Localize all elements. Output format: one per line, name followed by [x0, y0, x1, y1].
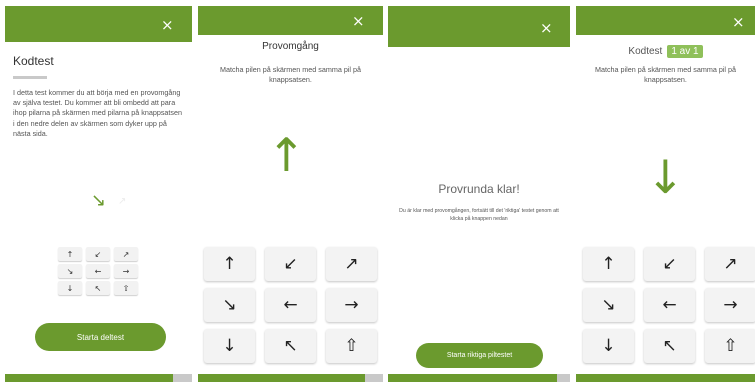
header-bar: ×	[5, 6, 192, 42]
key-left[interactable]: ←	[265, 288, 316, 322]
key-left[interactable]: ←	[644, 288, 695, 322]
progress-bar	[5, 374, 174, 382]
key-up-right[interactable]: ↗	[705, 247, 755, 281]
title-divider	[13, 76, 47, 79]
key-up[interactable]: ↑	[583, 247, 634, 281]
mini-key-down-left[interactable]: ↙	[86, 247, 110, 261]
intro-text: I detta test kommer du att börja med en …	[13, 88, 183, 138]
key-shift[interactable]: ⇧	[705, 329, 755, 363]
arrow-keypad: ↑ ↙ ↗ ↘ ← → ↓ ↖ ⇧	[583, 247, 755, 363]
key-up-right[interactable]: ↗	[326, 247, 377, 281]
arrow-keypad: ↑ ↙ ↗ ↘ ← → ↓ ↖ ⇧	[204, 247, 377, 363]
header-bar: ×	[576, 6, 755, 35]
mini-keypad: ↑ ↙ ↗ ↘ ← → ↓ ↖ ⇧	[58, 247, 140, 295]
target-arrow-icon: ↓	[646, 150, 685, 204]
close-icon[interactable]: ×	[352, 14, 365, 29]
mini-key-up-left[interactable]: ↖	[86, 281, 110, 295]
practice-complete-screen: × Provrunda klar! Du är klar med provomg…	[388, 6, 570, 382]
mini-key-down[interactable]: ↓	[58, 281, 82, 295]
mini-key-right[interactable]: →	[114, 264, 138, 278]
progress-badge: 1 av 1	[667, 45, 703, 58]
start-subtest-button[interactable]: Starta deltest	[35, 323, 166, 351]
target-arrow-icon: ↘	[91, 190, 107, 211]
progress-bar	[388, 374, 558, 382]
key-down-right[interactable]: ↘	[583, 288, 634, 322]
key-down-left[interactable]: ↙	[644, 247, 695, 281]
instruction-text: Matcha pilen på skärmen med samma pil på…	[594, 65, 737, 85]
instruction-text: Matcha pilen på skärmen med samma pil på…	[219, 65, 362, 85]
mini-key-down-right[interactable]: ↘	[58, 264, 82, 278]
close-icon[interactable]: ×	[732, 15, 745, 30]
key-right[interactable]: →	[705, 288, 755, 322]
key-up-left[interactable]: ↖	[644, 329, 695, 363]
faded-arrow-icon: ↗	[118, 196, 127, 207]
test-header: Kodtest 1 av 1	[576, 45, 755, 58]
mini-key-left[interactable]: ←	[86, 264, 110, 278]
test-screen: × Kodtest 1 av 1 Matcha pilen på skärmen…	[576, 6, 755, 382]
mini-key-shift[interactable]: ⇧	[114, 281, 138, 295]
mini-key-up-right[interactable]: ↗	[114, 247, 138, 261]
page-title: Kodtest	[13, 54, 54, 68]
key-down-left[interactable]: ↙	[265, 247, 316, 281]
page-title: Kodtest	[628, 46, 663, 57]
practice-screen: × Provomgång Matcha pilen på skärmen med…	[198, 6, 383, 382]
key-down-right[interactable]: ↘	[204, 288, 255, 322]
mini-key-up[interactable]: ↑	[58, 247, 82, 261]
progress-bar	[198, 374, 365, 382]
close-icon[interactable]: ×	[161, 18, 174, 33]
key-down[interactable]: ↓	[583, 329, 634, 363]
close-icon[interactable]: ×	[540, 21, 553, 36]
key-shift[interactable]: ⇧	[326, 329, 377, 363]
intro-screen: × Kodtest I detta test kommer du att bör…	[5, 6, 192, 382]
page-title: Provomgång	[262, 41, 319, 52]
start-real-test-button[interactable]: Starta riktiga piltestet	[416, 343, 543, 368]
target-arrow-icon: ↑	[267, 128, 306, 182]
progress-bar	[576, 374, 755, 382]
key-up-left[interactable]: ↖	[265, 329, 316, 363]
key-right[interactable]: →	[326, 288, 377, 322]
header-bar: ×	[388, 6, 570, 47]
completion-title: Provrunda klar!	[438, 182, 520, 196]
key-down[interactable]: ↓	[204, 329, 255, 363]
completion-text: Du är klar med provomgången, fortsätt ti…	[399, 208, 559, 222]
key-up[interactable]: ↑	[204, 247, 255, 281]
header-bar: ×	[198, 6, 383, 35]
